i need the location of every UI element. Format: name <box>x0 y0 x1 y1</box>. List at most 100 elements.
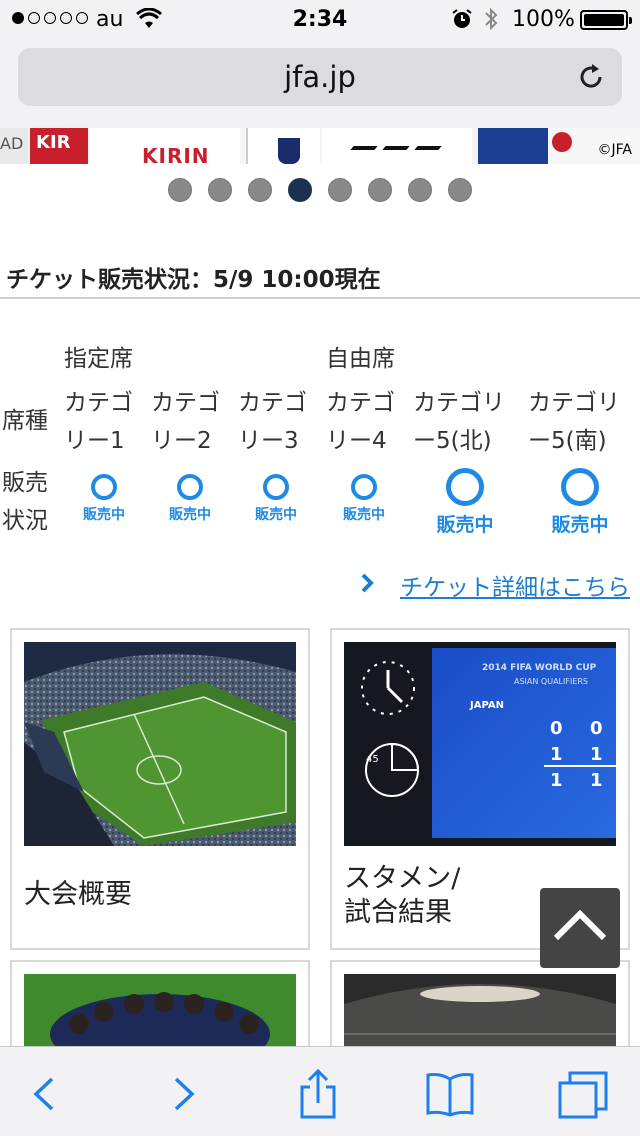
card-caption-line1: スタメン/ <box>344 863 461 894</box>
category-4-header: カテゴ リー4 <box>326 384 395 460</box>
status-category-1: 販売中 <box>74 474 134 524</box>
adidas-logo-icon <box>322 128 472 164</box>
category-1-line1: カテゴ <box>64 390 133 416</box>
scoreboard-image: 45 2014 FIFA WORLD CUP ASIAN QUALIFIERS … <box>344 642 616 846</box>
flag-icon <box>552 132 572 152</box>
category-5s-line2: ー5(南) <box>528 428 607 454</box>
category-2-line2: リー2 <box>151 428 212 454</box>
category-3-header: カテゴ リー3 <box>238 384 307 460</box>
category-5s-line1: カテゴリ <box>528 390 620 416</box>
share-icon[interactable] <box>290 1069 346 1119</box>
available-circle-icon <box>177 474 203 500</box>
available-circle-icon <box>351 474 377 500</box>
alarm-icon <box>452 9 472 28</box>
card-caption: 大会概要 <box>24 879 132 910</box>
chevron-up-icon <box>553 909 607 941</box>
available-circle-icon <box>446 468 484 506</box>
pager-dot-active[interactable] <box>288 178 312 202</box>
chevron-right-icon <box>361 573 374 593</box>
group-free-seat: 自由席 <box>326 346 395 372</box>
divider <box>0 297 640 299</box>
hero-banner[interactable]: AD KIR KIRIN ©JFA <box>0 128 640 164</box>
status-label: 販売中 <box>169 507 211 523</box>
ticket-status-title: チケット販売状況：5/9 10:00現在 <box>6 267 381 293</box>
banner-copyright: ©JFA <box>597 142 632 158</box>
carousel-pager[interactable] <box>0 178 640 202</box>
row-label-sale-2: 状況 <box>2 508 48 534</box>
banner-sponsor-kir: KIR <box>30 128 88 164</box>
page: au 2:34 100% jfa.jp AD KIR KIRIN ©JFA チケ… <box>0 0 640 1136</box>
scoreboard-minute: 45 <box>366 754 379 765</box>
score-opp-2h: 1 <box>590 744 603 765</box>
address-domain[interactable]: jfa.jp <box>18 60 622 94</box>
category-1-line2: リー1 <box>64 428 125 454</box>
bluetooth-icon <box>485 7 498 31</box>
bookmarks-icon[interactable] <box>422 1069 478 1119</box>
address-bar[interactable]: jfa.jp <box>18 48 622 106</box>
banner-player-image <box>478 128 548 164</box>
status-label: 販売中 <box>436 514 494 536</box>
row-label-sale-1: 販売 <box>2 470 48 496</box>
category-3-line1: カテゴ <box>238 390 307 416</box>
status-category-4: 販売中 <box>334 474 394 524</box>
status-label: 販売中 <box>255 507 297 523</box>
category-3-line2: リー3 <box>238 428 299 454</box>
card-caption-line2: 試合結果 <box>344 897 452 928</box>
pager-dot[interactable] <box>248 178 272 202</box>
scoreboard-sub: ASIAN QUALIFIERS <box>514 677 588 686</box>
scoreboard-team: JAPAN <box>469 700 504 711</box>
category-5n-line2: ー5(北) <box>413 428 492 454</box>
pager-dot[interactable] <box>208 178 232 202</box>
status-label: 販売中 <box>551 514 609 536</box>
row-label-sale-status: 販売 状況 <box>2 464 48 540</box>
status-bar: au 2:34 100% <box>0 0 640 40</box>
score-2h: 1 <box>550 744 563 765</box>
category-2-line1: カテゴ <box>151 390 220 416</box>
category-4-line1: カテゴ <box>326 390 395 416</box>
score-total: 1 <box>550 770 563 791</box>
category-1-header: カテゴ リー1 <box>64 384 133 460</box>
status-category-5s: 販売中 <box>535 468 625 537</box>
row-label-seat-type: 席種 <box>2 408 48 434</box>
status-label: 販売中 <box>343 507 385 523</box>
battery-percent: 100% <box>512 7 575 32</box>
card-tournament-overview[interactable]: 大会概要 <box>10 628 310 950</box>
category-2-header: カテゴ リー2 <box>151 384 220 460</box>
category-5n-header: カテゴリ ー5(北) <box>413 384 505 460</box>
back-icon[interactable] <box>20 1069 76 1119</box>
battery-icon <box>580 10 632 30</box>
tabs-icon[interactable] <box>556 1069 612 1119</box>
status-label: 販売中 <box>83 507 125 523</box>
pager-dot[interactable] <box>448 178 472 202</box>
available-circle-icon <box>91 474 117 500</box>
browser-toolbar <box>0 1046 640 1136</box>
status-category-5n: 販売中 <box>420 468 510 537</box>
card-caption: スタメン/ 試合結果 <box>344 862 460 930</box>
status-category-3: 販売中 <box>246 474 306 524</box>
forward-icon[interactable] <box>156 1069 212 1119</box>
score-opp-1h: 0 <box>590 718 603 739</box>
pager-dot[interactable] <box>408 178 432 202</box>
available-circle-icon <box>561 468 599 506</box>
pager-dot[interactable] <box>328 178 352 202</box>
banner-sponsor-kirin: KIRIN <box>90 128 240 164</box>
pager-dot[interactable] <box>368 178 392 202</box>
category-5s-header: カテゴリ ー5(南) <box>528 384 620 460</box>
scroll-to-top-button[interactable] <box>540 888 620 968</box>
browser-address-area: jfa.jp <box>0 40 640 128</box>
banner-sponsor-ad: AD <box>0 128 28 164</box>
scoreboard-header: 2014 FIFA WORLD CUP <box>482 663 597 673</box>
status-category-2: 販売中 <box>160 474 220 524</box>
banner-copyright-area: ©JFA <box>548 128 640 164</box>
stadium-image <box>24 642 296 846</box>
jfa-emblem-icon <box>246 128 320 164</box>
available-circle-icon <box>263 474 289 500</box>
category-5n-line1: カテゴリ <box>413 390 505 416</box>
reload-icon[interactable] <box>576 62 606 92</box>
ticket-detail-link-text[interactable]: チケット詳細はこちら <box>400 568 630 602</box>
score-opp-total: 1 <box>590 770 603 791</box>
category-4-line2: リー4 <box>326 428 387 454</box>
pager-dot[interactable] <box>168 178 192 202</box>
group-reserved-seat: 指定席 <box>64 346 133 372</box>
kirin-logo-text: KIRIN <box>142 144 210 164</box>
